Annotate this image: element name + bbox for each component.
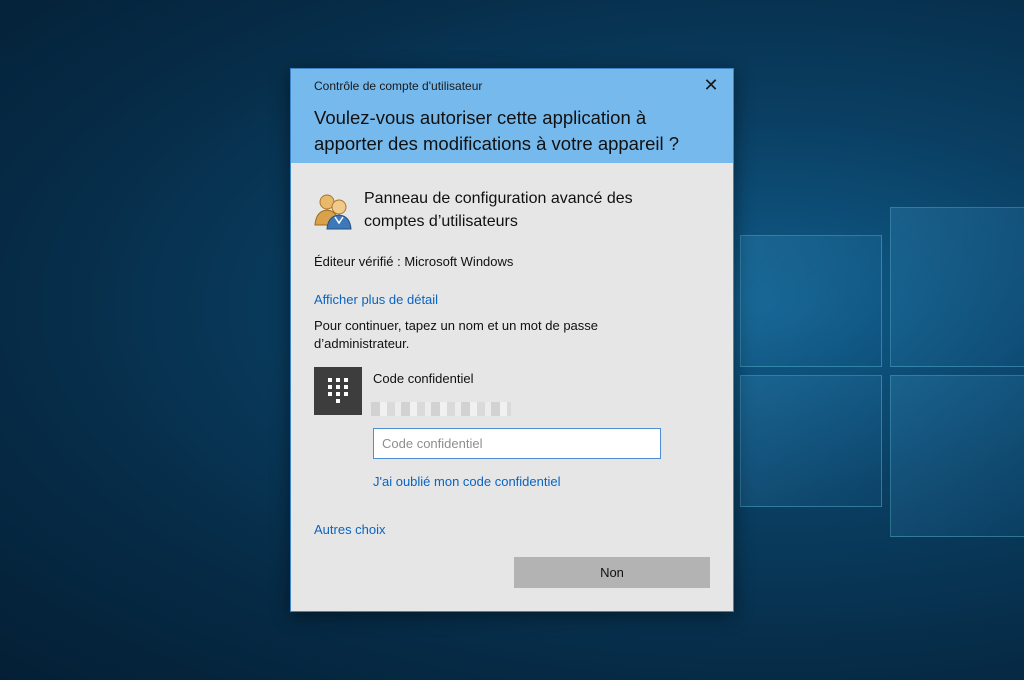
verified-publisher: Éditeur vérifié : Microsoft Windows: [314, 254, 514, 269]
pin-label: Code confidentiel: [373, 371, 474, 386]
logo-pane: [890, 207, 1024, 367]
forgot-pin-link[interactable]: J'ai oublié mon code confidentiel: [373, 474, 561, 489]
logo-pane: [740, 235, 882, 367]
app-name: Panneau de configuration avancé des comp…: [364, 190, 633, 230]
keypad-icon: [328, 378, 348, 403]
redacted-account-name: [371, 402, 511, 416]
close-icon[interactable]: ✕: [701, 75, 721, 95]
no-button[interactable]: Non: [514, 557, 710, 588]
logo-pane: [890, 375, 1024, 537]
app-info: Panneau de configuration avancé des comp…: [313, 187, 684, 233]
logo-pane: [740, 375, 882, 507]
windows-logo-wallpaper: [740, 195, 1024, 537]
pin-input[interactable]: [373, 428, 661, 459]
dialog-caption: Contrôle de compte d'utilisateur: [314, 79, 483, 93]
users-icon: [314, 194, 352, 230]
other-choices-link[interactable]: Autres choix: [314, 522, 386, 537]
dialog-header: Contrôle de compte d'utilisateur ✕ Voule…: [291, 69, 733, 163]
uac-dialog: Contrôle de compte d'utilisateur ✕ Voule…: [290, 68, 734, 612]
dialog-question: Voulez-vous autoriser cette application …: [314, 107, 680, 154]
pin-credential-tile: [314, 367, 362, 415]
show-details-link[interactable]: Afficher plus de détail: [314, 292, 438, 307]
instruction-text: Pour continuer, tapez un nom et un mot d…: [314, 318, 599, 351]
